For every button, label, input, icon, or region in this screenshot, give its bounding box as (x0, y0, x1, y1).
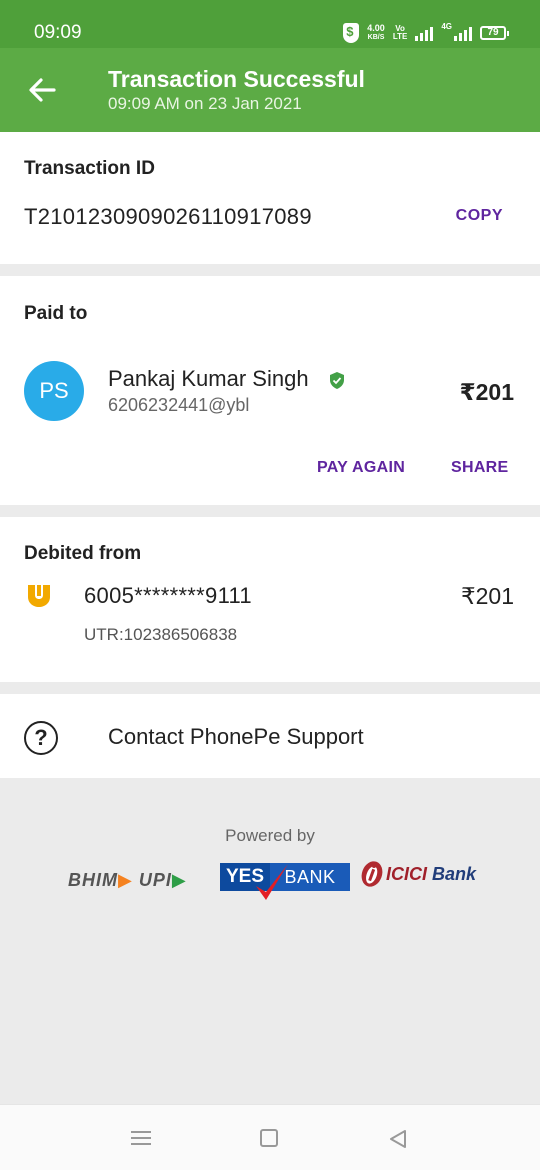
utr-number: UTR:102386506838 (84, 625, 238, 644)
copy-button[interactable]: COPY (456, 207, 503, 225)
pay-again-button[interactable]: PAY AGAIN (317, 459, 405, 477)
debited-amount: ₹201 (460, 583, 514, 609)
yes-bank-tick-icon (256, 864, 288, 900)
paid-to-card: Paid to PS Pankaj Kumar Singh 6206232441… (0, 276, 540, 505)
icici-text: ICICI Bank (386, 864, 476, 885)
status-time: 09:09 (34, 22, 82, 43)
battery-icon: 79 (480, 26, 509, 40)
paid-amount: ₹201 (459, 379, 514, 405)
system-navigation-bar (0, 1104, 540, 1170)
paid-to-label: Paid to (24, 303, 88, 324)
icici-emblem-icon (361, 861, 383, 887)
status-bar: 09:09 4.00 KB/S Vo LTE 4G 79 (0, 0, 540, 48)
verified-shield-icon (330, 372, 344, 389)
transaction-id-label: Transaction ID (24, 158, 155, 179)
transaction-id-value: T2101230909026110917089 (24, 204, 312, 229)
icici-bank-logo: ICICI Bank (360, 860, 476, 888)
debited-from-label: Debited from (24, 543, 142, 564)
debited-from-card: Debited from 6005********9111 ₹201 UTR:1… (0, 517, 540, 682)
avatar: PS (24, 361, 84, 421)
arrow-left-icon (29, 78, 56, 102)
powered-by-label: Powered by (225, 826, 315, 845)
bhim-upi-logo: BHIM▶ UPI▶ (68, 870, 187, 890)
help-circle-icon: ? (24, 721, 58, 755)
back-button[interactable] (22, 70, 62, 110)
upi-text: UPI (138, 870, 172, 890)
signal-2-icon (454, 25, 472, 41)
account-number: 6005********9111 (84, 583, 252, 608)
icici-name: ICICI (386, 863, 428, 884)
signal-1-icon (415, 25, 434, 41)
header: Transaction Successful 09:09 AM on 23 Ja… (0, 48, 540, 132)
home-icon[interactable] (260, 1129, 278, 1147)
bhim-text: BHIM (68, 870, 118, 890)
icici-bank-text: Bank (432, 863, 477, 884)
speed-value: 4.00 (367, 23, 385, 33)
volte-icon: Vo LTE (393, 25, 408, 41)
network-speed: 4.00 KB/S (367, 24, 385, 42)
partner-logos: BHIM▶ UPI▶ YES BANK ICICI Bank (66, 858, 496, 902)
payee-name: Pankaj Kumar Singh (108, 366, 309, 391)
security-shield-icon (343, 23, 360, 43)
support-label: Contact PhonePe Support (108, 724, 364, 749)
payee-upi-id: 6206232441@ybl (108, 395, 250, 415)
page-title: Transaction Successful (108, 66, 365, 92)
status-icons: 4.00 KB/S Vo LTE 4G 79 (343, 22, 509, 44)
network-type: 4G (441, 22, 452, 31)
menu-icon[interactable] (131, 1131, 151, 1145)
pnb-bank-icon (28, 585, 50, 607)
transaction-id-card: Transaction ID T2101230909026110917089 C… (0, 132, 540, 264)
volte-bottom: LTE (392, 32, 408, 41)
speed-unit: KB/S (367, 34, 385, 41)
share-button[interactable]: SHARE (451, 459, 509, 477)
back-triangle-icon[interactable] (388, 1129, 408, 1149)
support-row[interactable]: ? Contact PhonePe Support (0, 694, 540, 778)
transaction-datetime: 09:09 AM on 23 Jan 2021 (108, 94, 302, 113)
